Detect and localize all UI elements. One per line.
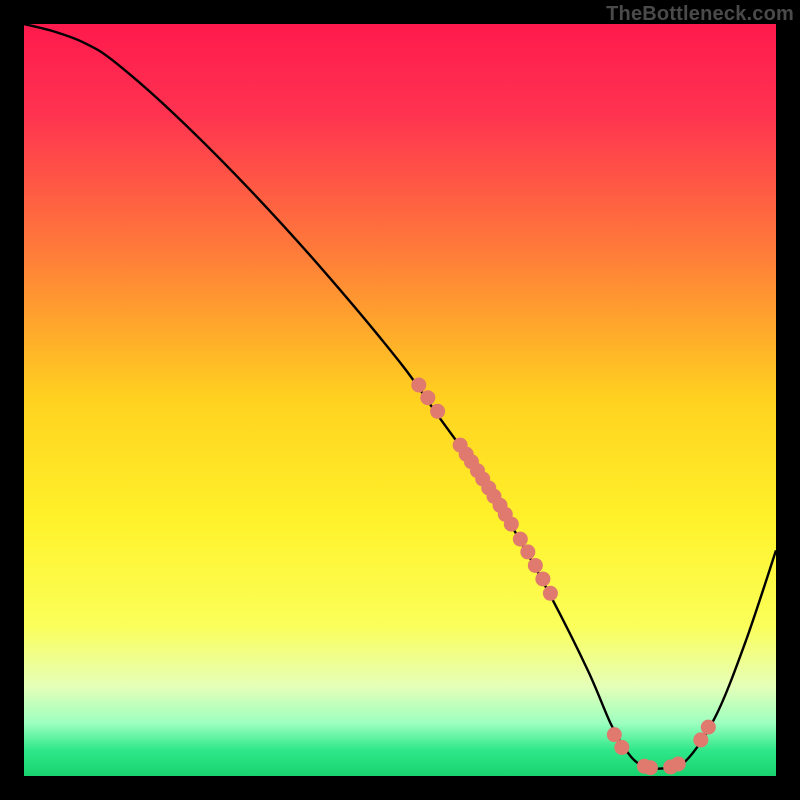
data-point — [671, 756, 686, 771]
bottleneck-curve — [24, 24, 776, 769]
scatter-points — [411, 377, 716, 775]
data-point — [607, 727, 622, 742]
data-point — [614, 740, 629, 755]
data-point — [513, 532, 528, 547]
data-point — [411, 377, 426, 392]
data-point — [535, 571, 550, 586]
data-point — [528, 558, 543, 573]
data-point — [504, 517, 519, 532]
watermark-text: TheBottleneck.com — [606, 3, 794, 26]
data-point — [520, 544, 535, 559]
chart-overlay — [24, 24, 776, 776]
data-point — [543, 586, 558, 601]
chart-area — [24, 24, 776, 776]
data-point — [430, 404, 445, 419]
data-point — [701, 720, 716, 735]
data-point — [643, 760, 658, 775]
data-point — [420, 390, 435, 405]
data-point — [693, 732, 708, 747]
